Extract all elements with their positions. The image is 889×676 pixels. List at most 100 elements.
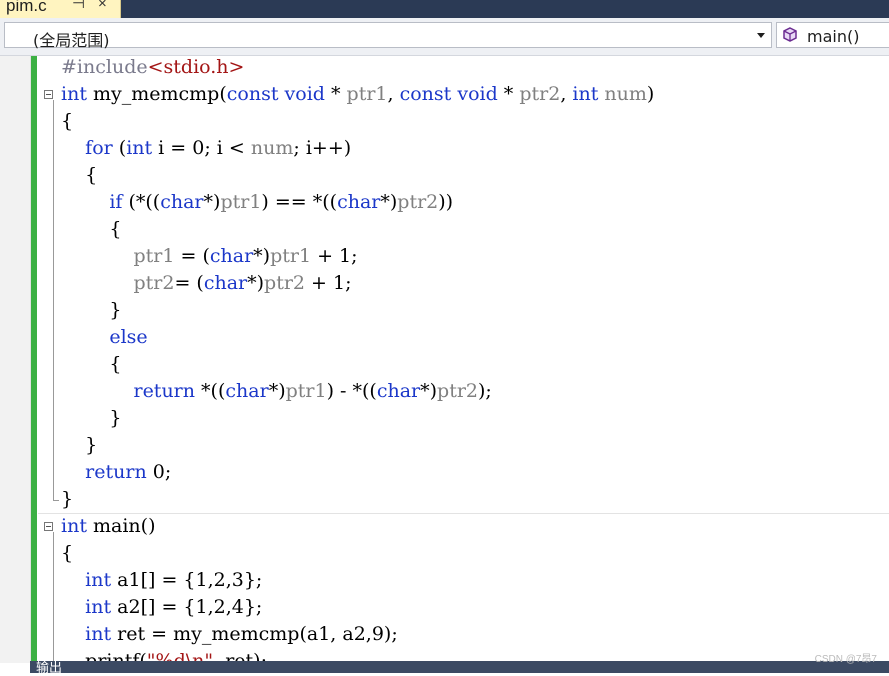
code-line[interactable]: ptr1 = (char*)ptr1 + 1; bbox=[61, 243, 358, 270]
code-token: char bbox=[376, 380, 421, 402]
code-token: *) bbox=[253, 245, 271, 267]
code-token: { bbox=[61, 110, 74, 132]
code-token: for bbox=[85, 137, 113, 159]
outline-guide-end bbox=[53, 500, 59, 501]
chevron-down-icon[interactable] bbox=[757, 33, 765, 38]
code-token: + 1; bbox=[305, 272, 352, 294]
code-token: ptr1 bbox=[133, 245, 175, 267]
member-dropdown-value: main() bbox=[807, 27, 860, 46]
code-token: = ( bbox=[174, 245, 210, 267]
code-token: ret = my_memcmp(a1, a2,9); bbox=[111, 623, 398, 645]
code-token: #include bbox=[61, 56, 148, 78]
scope-dropdown-value: (全局范围) bbox=[33, 31, 110, 50]
member-dropdown[interactable]: main() bbox=[776, 22, 889, 48]
code-token: ptr1 bbox=[346, 83, 388, 105]
code-token: int bbox=[85, 623, 112, 645]
code-line[interactable]: int a2[] = {1,2,4}; bbox=[61, 594, 262, 621]
code-token: int bbox=[61, 515, 87, 537]
code-token: if bbox=[109, 191, 123, 213]
outline-guide bbox=[53, 532, 54, 663]
code-token: } bbox=[61, 488, 74, 510]
code-token: ptr1 bbox=[285, 380, 327, 402]
code-line[interactable]: { bbox=[61, 540, 73, 567]
watermark: CSDN @7昂7 bbox=[814, 654, 877, 665]
fold-toggle-icon[interactable] bbox=[44, 90, 53, 99]
code-token: ptr2 bbox=[397, 191, 439, 213]
code-token: ptr1 bbox=[270, 245, 312, 267]
change-tracking-bar bbox=[31, 56, 37, 663]
code-token: *) bbox=[420, 380, 438, 402]
code-line[interactable]: { bbox=[61, 162, 97, 189]
code-token: int bbox=[85, 596, 112, 618]
code-line[interactable]: return 0; bbox=[61, 459, 171, 486]
code-token: my_memcmp( bbox=[86, 83, 227, 105]
code-token: , bbox=[560, 83, 573, 105]
code-token: main() bbox=[86, 515, 156, 537]
code-line[interactable]: #include<stdio.h> bbox=[61, 56, 244, 81]
code-token: = ( bbox=[174, 272, 204, 294]
code-token: ptr2 bbox=[133, 272, 175, 294]
code-token: char bbox=[160, 191, 204, 213]
code-line[interactable]: int ret = my_memcmp(a1, a2,9); bbox=[61, 621, 398, 648]
code-token: int bbox=[126, 137, 153, 159]
code-line[interactable]: } bbox=[61, 432, 97, 459]
code-editor[interactable]: #include<stdio.h> int my_memcmp(const voi… bbox=[0, 56, 889, 663]
method-cube-icon bbox=[783, 27, 797, 42]
code-token: *) bbox=[380, 191, 398, 213]
code-line[interactable]: int main() bbox=[61, 513, 155, 540]
code-line[interactable]: return *((char*)ptr1) - *((char*)ptr2); bbox=[61, 378, 492, 405]
output-panel-header[interactable]: 输出 bbox=[30, 661, 889, 676]
code-line[interactable]: { bbox=[61, 351, 121, 378]
code-line[interactable]: } bbox=[61, 297, 121, 324]
code-token: ptr2 bbox=[437, 380, 479, 402]
code-token: ) == *(( bbox=[261, 191, 338, 213]
code-line[interactable]: if (*((char*)ptr1) == *((char*)ptr2)) bbox=[61, 189, 453, 216]
document-tab-strip: pim.c ⊣ × bbox=[0, 0, 889, 18]
code-line[interactable]: int a1[] = {1,2,3}; bbox=[61, 567, 262, 594]
code-token: } bbox=[61, 407, 122, 429]
editor-margin bbox=[0, 56, 31, 663]
code-token: int bbox=[61, 83, 87, 105]
code-token: + 1; bbox=[311, 245, 358, 267]
code-line[interactable]: ptr2= (char*)ptr2 + 1; bbox=[61, 270, 352, 297]
code-line[interactable]: } bbox=[61, 486, 73, 513]
code-line[interactable]: } bbox=[61, 405, 121, 432]
scope-dropdown[interactable]: (全局范围) bbox=[4, 22, 772, 50]
code-token: a1[] = {1,2,3}; bbox=[111, 569, 263, 591]
code-token: { bbox=[61, 164, 98, 186]
code-line[interactable]: else bbox=[61, 324, 147, 351]
code-line[interactable]: int my_memcmp(const void * ptr1, const v… bbox=[61, 81, 654, 108]
code-token: { bbox=[61, 353, 122, 375]
code-token: a2[] = {1,2,4}; bbox=[111, 596, 263, 618]
code-token: )) bbox=[438, 191, 454, 213]
code-line[interactable]: { bbox=[61, 108, 73, 135]
code-token: ) - *(( bbox=[326, 380, 377, 402]
code-token: 0; bbox=[146, 461, 172, 483]
code-token: void bbox=[457, 83, 498, 105]
code-token: ); bbox=[478, 380, 492, 402]
close-icon[interactable]: × bbox=[98, 0, 107, 11]
fold-toggle-icon[interactable] bbox=[44, 522, 53, 531]
code-token: *(( bbox=[195, 380, 226, 402]
code-line[interactable]: { bbox=[61, 216, 121, 243]
code-token: * bbox=[497, 83, 520, 105]
code-token: const bbox=[399, 83, 452, 105]
function-separator bbox=[38, 513, 889, 514]
code-line[interactable]: for (int i = 0; i < num; i++) bbox=[61, 135, 351, 162]
code-token: (*(( bbox=[122, 191, 161, 213]
code-token: *) bbox=[203, 191, 221, 213]
code-token: return bbox=[85, 461, 147, 483]
navigation-bar: (全局范围) main() bbox=[0, 18, 889, 56]
code-token: ptr2 bbox=[264, 272, 306, 294]
file-tab[interactable]: pim.c ⊣ × bbox=[0, 0, 121, 18]
pin-icon[interactable]: ⊣ bbox=[72, 0, 85, 11]
code-token: *) bbox=[268, 380, 286, 402]
code-token: char bbox=[209, 245, 254, 267]
code-token: ; i++) bbox=[293, 137, 352, 159]
code-token: ptr1 bbox=[220, 191, 262, 213]
code-token: int bbox=[85, 569, 112, 591]
